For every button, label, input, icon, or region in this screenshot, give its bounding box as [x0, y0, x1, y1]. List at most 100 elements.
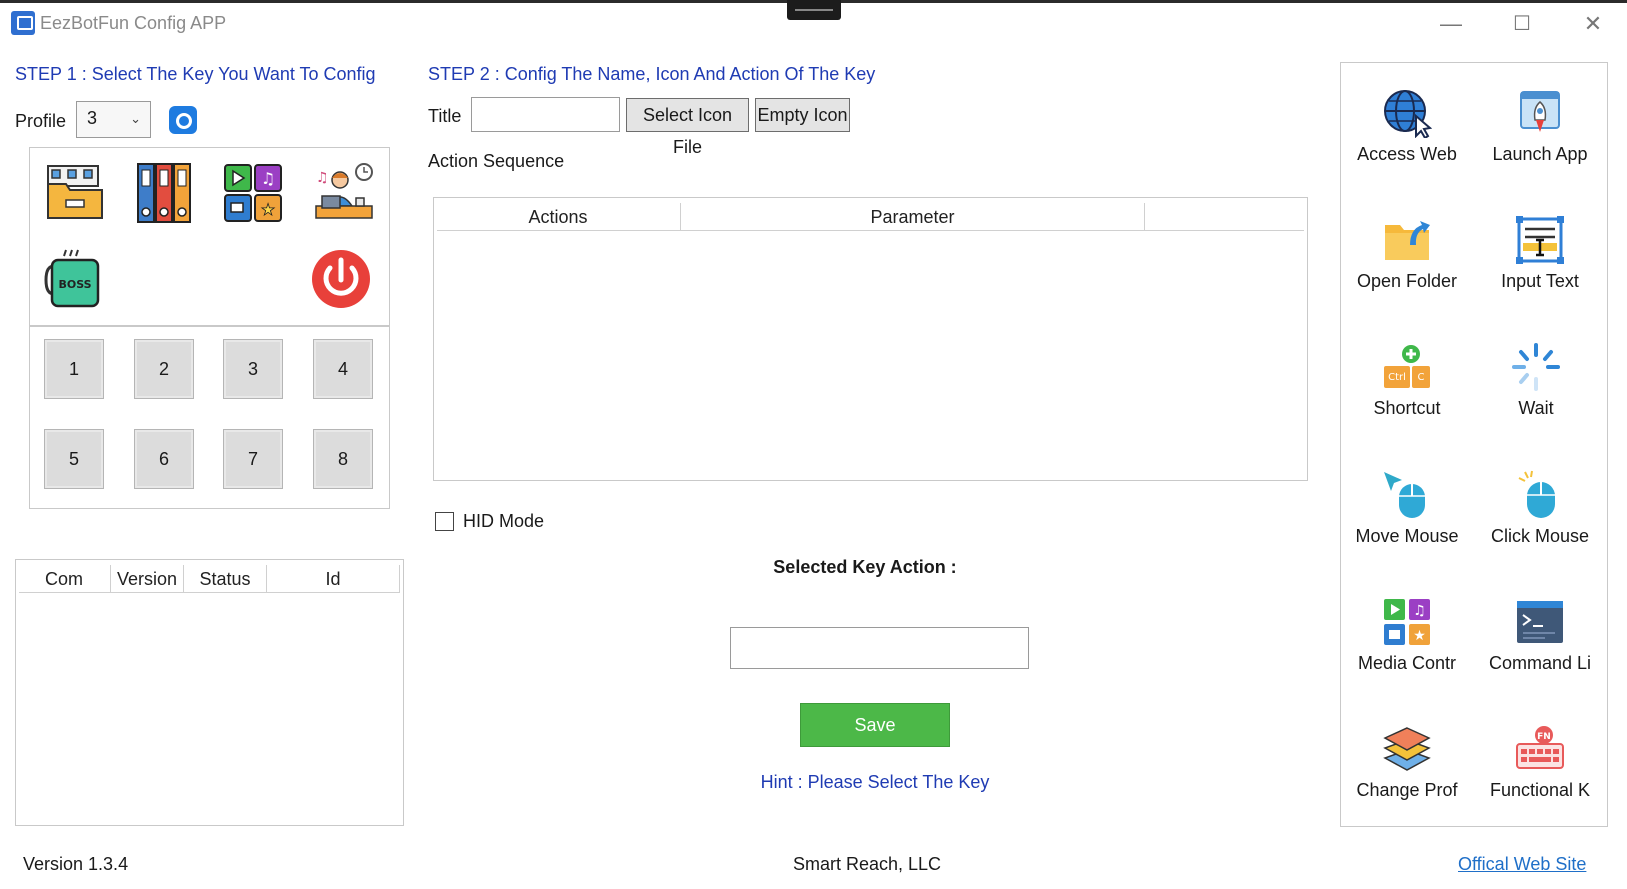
column-header-version[interactable]: Version [111, 569, 183, 590]
key-button-4[interactable]: 4 [313, 339, 373, 399]
profile-label: Profile [15, 111, 67, 131]
action-launch-app[interactable]: Launch App [1475, 88, 1605, 165]
devices-table-header: Com Version Status Id [19, 563, 400, 593]
globe-cursor-icon [1384, 90, 1432, 138]
action-shortcut[interactable]: Ctrl C Shortcut [1342, 342, 1472, 419]
key-panel-divider [30, 325, 389, 327]
action-change-profile[interactable]: Change Prof [1342, 724, 1472, 801]
binders-icon[interactable] [134, 162, 196, 224]
action-label: Functional K [1489, 780, 1591, 800]
action-open-folder[interactable]: Open Folder [1342, 215, 1472, 292]
action-label: Move Mouse [1355, 526, 1459, 546]
key-button-7[interactable]: 7 [223, 429, 283, 489]
close-button[interactable]: ✕ [1573, 8, 1613, 40]
svg-text:BOSS: BOSS [58, 278, 91, 291]
column-header-parameter[interactable]: Parameter [681, 207, 1144, 228]
rocket-window-icon [1520, 91, 1560, 132]
title-input[interactable] [471, 97, 620, 132]
action-move-mouse[interactable]: Move Mouse [1342, 470, 1472, 547]
key-button-3[interactable]: 3 [223, 339, 283, 399]
column-divider[interactable] [399, 565, 400, 593]
svg-text:FN: FN [1537, 732, 1551, 742]
empty-icon-button[interactable]: Empty Icon [755, 98, 850, 132]
music-desk-person-icon[interactable]: ♫ [312, 162, 374, 224]
selected-key-action-label: Selected Key Action : [773, 557, 957, 577]
hid-mode-checkbox[interactable] [435, 512, 454, 531]
svg-text:♫: ♫ [316, 170, 329, 186]
svg-text:Ctrl: Ctrl [1388, 372, 1406, 383]
profile-select[interactable]: 3 ⌄ [76, 101, 151, 138]
title-label: Title [428, 106, 462, 126]
column-header-com[interactable]: Com [19, 569, 109, 590]
media-apps-icon[interactable]: ♫ ★ [222, 162, 284, 224]
folder-arrow-icon [1385, 221, 1430, 260]
save-button[interactable]: Save [800, 703, 950, 747]
action-label: Click Mouse [1490, 526, 1590, 546]
hid-mode-label: HID Mode [463, 511, 545, 531]
mouse-click-icon [1518, 470, 1555, 518]
step1-heading: STEP 1 : Select The Key You Want To Conf… [15, 64, 376, 84]
selected-key-action-field[interactable] [730, 627, 1029, 669]
actions-palette [1340, 62, 1608, 827]
svg-text:♫: ♫ [261, 169, 275, 188]
step2-heading: STEP 2 : Config The Name, Icon And Actio… [428, 64, 876, 84]
minimize-button[interactable]: — [1431, 8, 1471, 40]
action-label: Access Web [1357, 144, 1457, 164]
action-command-line[interactable]: Command Li [1475, 597, 1605, 674]
key-button-5[interactable]: 5 [44, 429, 104, 489]
boss-mug-icon[interactable]: BOSS [44, 248, 106, 310]
window-title: EezBotFun Config APP [40, 13, 227, 33]
action-label: Open Folder [1356, 271, 1458, 291]
column-header-actions[interactable]: Actions [437, 207, 679, 228]
action-sequence-label: Action Sequence [428, 151, 565, 171]
column-header-status[interactable]: Status [184, 569, 266, 590]
svg-text:♫: ♫ [1413, 603, 1426, 619]
action-sequence-table[interactable]: Actions Parameter [433, 197, 1308, 481]
key-button-2[interactable]: 2 [134, 339, 194, 399]
power-icon[interactable] [310, 248, 372, 310]
company-text: Smart Reach, LLC [793, 854, 942, 874]
app-logo-icon [11, 11, 35, 35]
spinner-icon [1512, 343, 1560, 391]
column-header-id[interactable]: Id [267, 569, 399, 590]
action-label: Wait [1518, 398, 1554, 418]
action-access-web[interactable]: Access Web [1342, 88, 1472, 165]
profile-select-value: 3 [87, 108, 98, 128]
action-table-header: Actions Parameter [437, 201, 1304, 231]
action-label: Launch App [1492, 144, 1588, 164]
gear-icon[interactable] [169, 106, 197, 134]
action-label: Command Li [1488, 653, 1592, 673]
hint-text: Hint : Please Select The Key [760, 772, 990, 792]
terminal-icon [1517, 601, 1563, 643]
action-label: Input Text [1501, 271, 1579, 291]
folder-documents-icon[interactable] [44, 162, 106, 224]
action-input-text[interactable]: Input Text [1475, 215, 1605, 292]
mouse-move-icon [1384, 472, 1425, 518]
column-divider[interactable] [1144, 203, 1145, 231]
maximize-button[interactable]: ☐ [1502, 8, 1542, 40]
official-website-link[interactable]: Offical Web Site [1458, 854, 1586, 875]
svg-text:★: ★ [1413, 628, 1426, 644]
action-click-mouse[interactable]: Click Mouse [1475, 470, 1605, 547]
devices-table[interactable]: Com Version Status Id [15, 559, 404, 826]
screen-notch [787, 0, 841, 20]
chevron-down-icon: ⌄ [130, 111, 141, 126]
version-text: Version 1.3.4 [23, 854, 129, 874]
key-button-6[interactable]: 6 [134, 429, 194, 489]
fn-keyboard-icon: FN [1516, 726, 1564, 769]
key-button-1[interactable]: 1 [44, 339, 104, 399]
action-label: Change Prof [1356, 780, 1458, 800]
action-label: Media Contr [1357, 653, 1457, 673]
action-label: Shortcut [1373, 398, 1441, 418]
action-wait[interactable]: Wait [1471, 342, 1601, 419]
action-media-control[interactable]: ♫ ★ Media Contr [1342, 597, 1472, 674]
select-icon-file-button[interactable]: Select Icon File [626, 98, 749, 157]
svg-text:C: C [1418, 372, 1425, 383]
key-button-8[interactable]: 8 [313, 429, 373, 489]
action-functional-key[interactable]: FN Functional K [1475, 724, 1605, 801]
media-controls-icon: ♫ ★ [1384, 599, 1430, 645]
text-cursor-icon [1516, 216, 1564, 264]
layers-icon [1383, 727, 1431, 771]
ctrl-c-keys-icon: Ctrl C [1384, 345, 1430, 388]
svg-text:★: ★ [261, 200, 275, 219]
